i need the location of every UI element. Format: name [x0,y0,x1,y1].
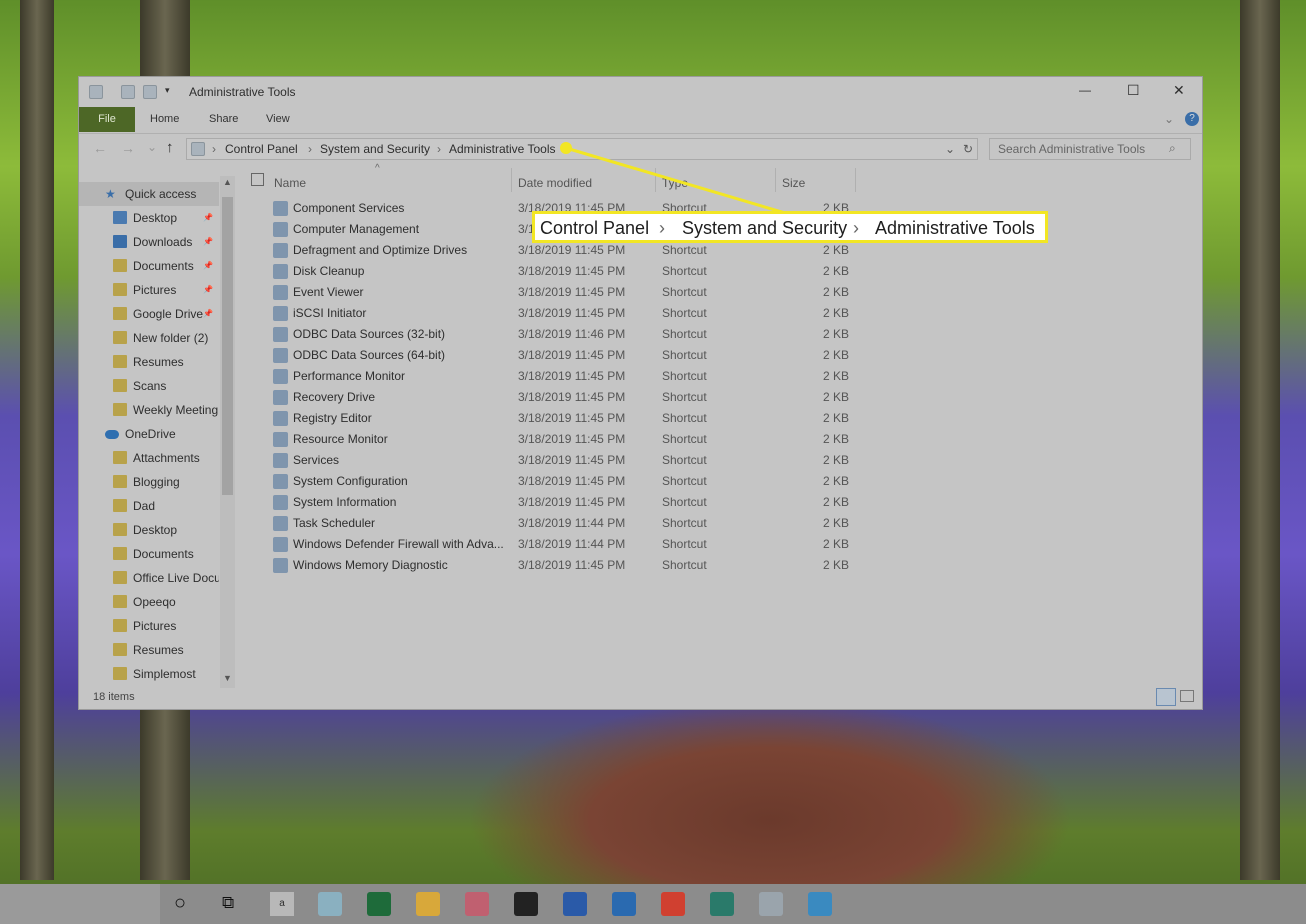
callout-crumb: Control Panel [540,218,650,238]
word-icon[interactable] [563,892,587,916]
defender-icon[interactable] [710,892,734,916]
callout-dot [560,142,572,154]
notepad-icon[interactable] [318,892,342,916]
snipping-tool-icon[interactable] [465,892,489,916]
excel-icon[interactable] [367,892,391,916]
callout-separator: › [853,218,859,238]
photos-icon[interactable] [514,892,538,916]
callout-crumb: Administrative Tools [875,218,1035,238]
callout-line [565,146,786,215]
amazon-icon[interactable]: a [270,892,294,916]
outlook-icon[interactable] [612,892,636,916]
file-explorer-icon[interactable] [416,892,440,916]
chrome-icon[interactable] [661,892,685,916]
taskbar-search-area[interactable] [0,884,160,924]
callout-pointer [560,142,786,215]
control-panel-icon[interactable] [808,892,832,916]
callout-crumb: System and Security [682,218,848,238]
taskbar: ○ ⧉ a [0,884,1306,924]
task-view-icon[interactable]: ⧉ [222,893,234,913]
breadcrumb-callout: Control Panel › System and Security › Ad… [532,211,1048,243]
callout-separator: › [659,218,665,238]
admin-tools-icon[interactable] [759,892,783,916]
cortana-search-icon[interactable]: ○ [174,892,186,915]
